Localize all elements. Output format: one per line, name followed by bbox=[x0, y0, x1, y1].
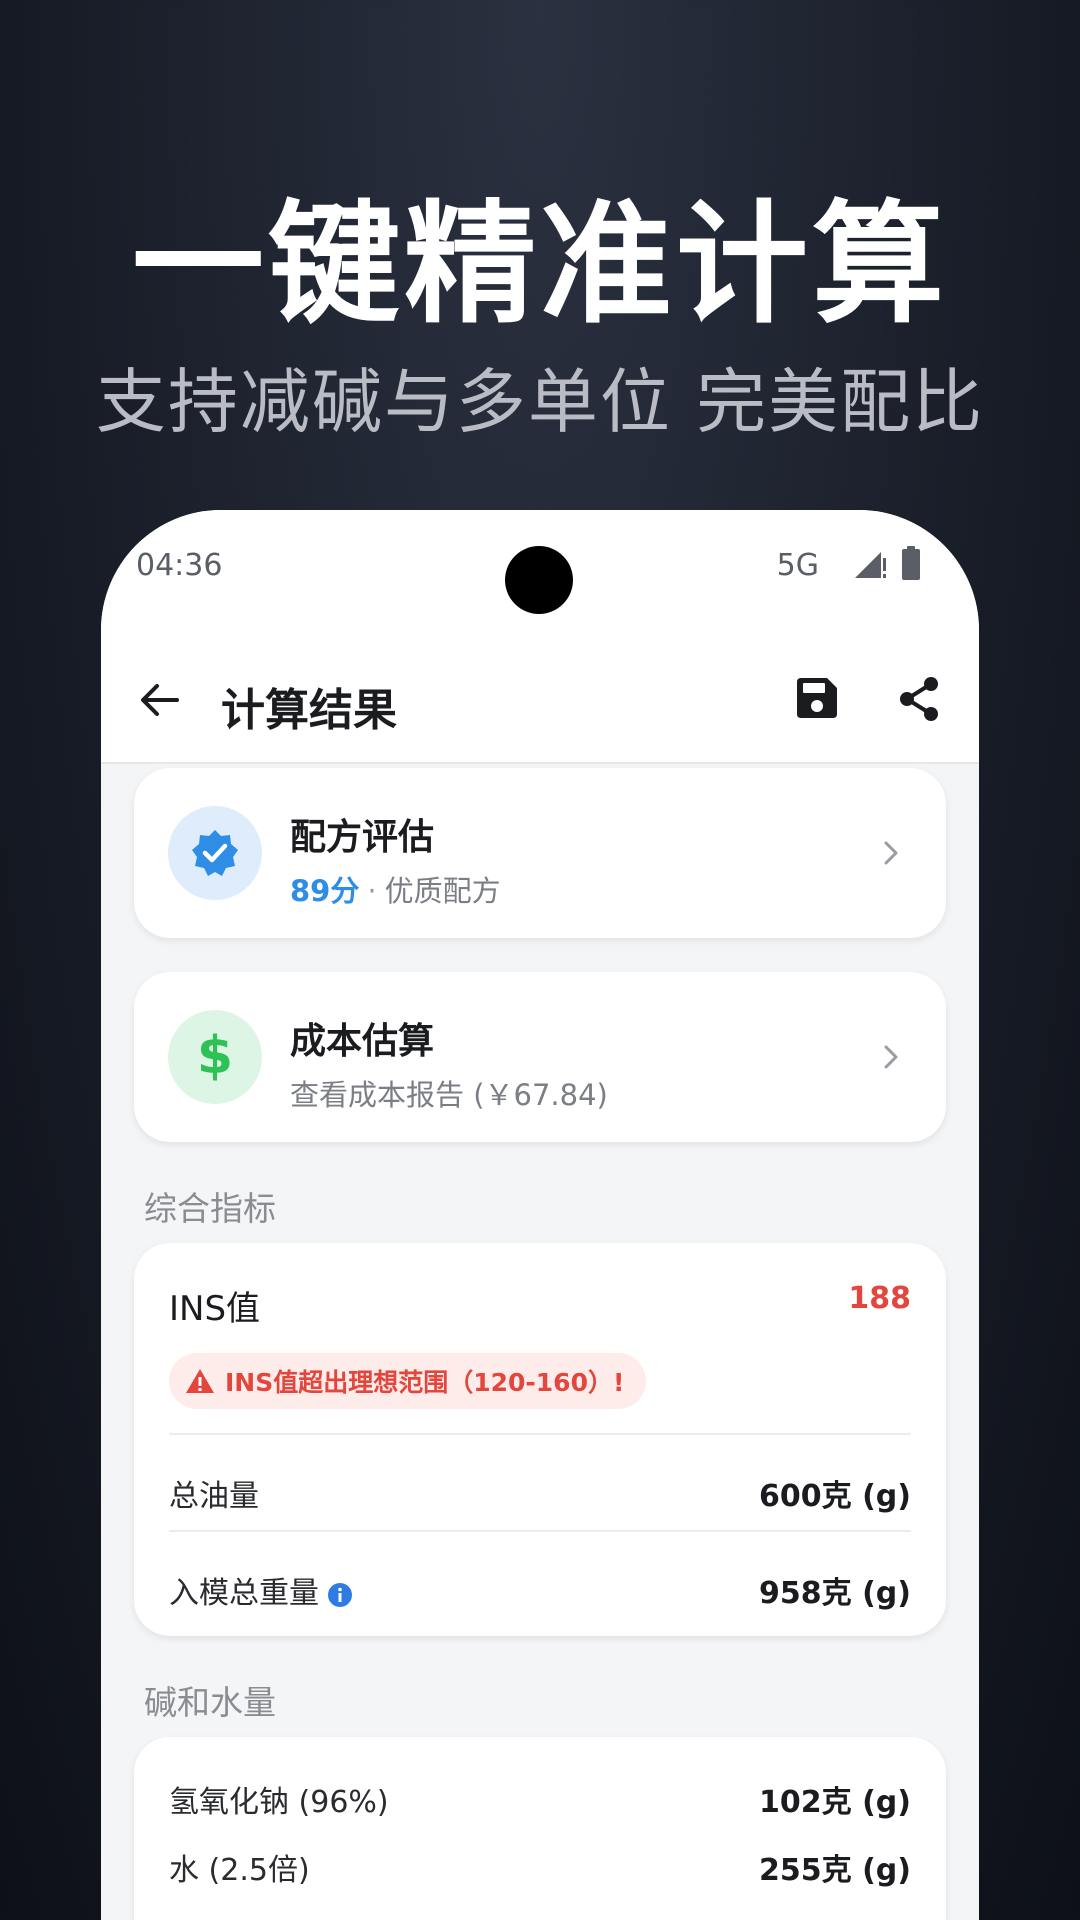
status-time: 04:36 bbox=[136, 548, 223, 583]
dollar-icon: $ bbox=[196, 1026, 234, 1086]
mold-weight-value: 958克 (g) bbox=[759, 1576, 911, 1611]
status-bar: 04:36 5G bbox=[101, 510, 979, 640]
water-label: 水 (2.5倍) bbox=[169, 1853, 310, 1888]
mold-weight-label: 入模总重量 bbox=[169, 1576, 319, 1611]
evaluation-card[interactable]: 配方评估 89分 · 优质配方 bbox=[134, 768, 946, 938]
network-type: 5G bbox=[776, 548, 819, 583]
cost-subtitle: 查看成本报告 (￥67.84) bbox=[290, 1078, 608, 1112]
signal-icon bbox=[855, 552, 886, 578]
cost-card[interactable]: $ 成本估算 查看成本报告 (￥67.84) bbox=[134, 972, 946, 1142]
overall-metrics-card: INS值 188 INS值超出理想范围（120-160）! 总油量 600克 (… bbox=[134, 1243, 946, 1636]
divider bbox=[169, 1433, 911, 1435]
evaluation-rating: 优质配方 bbox=[384, 874, 501, 908]
total-oil-value: 600克 (g) bbox=[759, 1479, 911, 1514]
separator-dot: · bbox=[367, 874, 377, 908]
evaluation-subtitle: 89分 · 优质配方 bbox=[290, 868, 501, 910]
section-label-lye-water: 碱和水量 bbox=[144, 1683, 276, 1722]
ins-warning-badge: INS值超出理想范围（120-160）! bbox=[169, 1353, 647, 1409]
evaluation-score: 89分 bbox=[290, 874, 360, 908]
battery-icon bbox=[902, 546, 920, 580]
section-label-overall: 综合指标 bbox=[144, 1189, 276, 1228]
promo-headline: 一键精准计算 bbox=[132, 188, 948, 342]
back-arrow-icon[interactable] bbox=[137, 678, 181, 722]
naoh-value: 102克 (g) bbox=[759, 1785, 911, 1820]
chevron-right-icon bbox=[884, 841, 898, 865]
ins-label: INS值 bbox=[169, 1289, 261, 1329]
evaluation-icon-circle bbox=[168, 806, 262, 900]
chevron-right-icon bbox=[884, 1045, 898, 1069]
camera-cutout bbox=[505, 546, 573, 614]
share-icon[interactable] bbox=[897, 676, 941, 722]
verified-badge-icon bbox=[192, 830, 238, 876]
cost-icon-circle: $ bbox=[168, 1010, 262, 1104]
divider bbox=[169, 1530, 911, 1532]
total-oil-label: 总油量 bbox=[169, 1479, 259, 1514]
phone-screen: 04:36 5G 计算结果 配方评估 89分 · 优质配方 $ 成本估算 查看成… bbox=[101, 510, 979, 1920]
page-title: 计算结果 bbox=[221, 685, 397, 736]
evaluation-title: 配方评估 bbox=[290, 817, 435, 858]
lye-water-card: 氢氧化钠 (96%) 102克 (g) 水 (2.5倍) 255克 (g) bbox=[134, 1737, 946, 1920]
mold-weight-row: 入模总重量 bbox=[169, 1568, 353, 1612]
naoh-label: 氢氧化钠 (96%) bbox=[169, 1785, 389, 1820]
ins-value: 188 bbox=[848, 1281, 911, 1316]
promo-subline: 支持减碱与多单位 完美配比 bbox=[95, 361, 985, 443]
cost-title: 成本估算 bbox=[290, 1021, 435, 1062]
warning-triangle-icon bbox=[186, 1369, 214, 1393]
ins-warning-text: INS值超出理想范围（120-160）! bbox=[225, 1368, 625, 1397]
save-icon[interactable] bbox=[795, 676, 839, 720]
app-bar: 计算结果 bbox=[101, 640, 979, 764]
water-value: 255克 (g) bbox=[759, 1853, 911, 1888]
info-icon[interactable] bbox=[327, 1582, 353, 1608]
